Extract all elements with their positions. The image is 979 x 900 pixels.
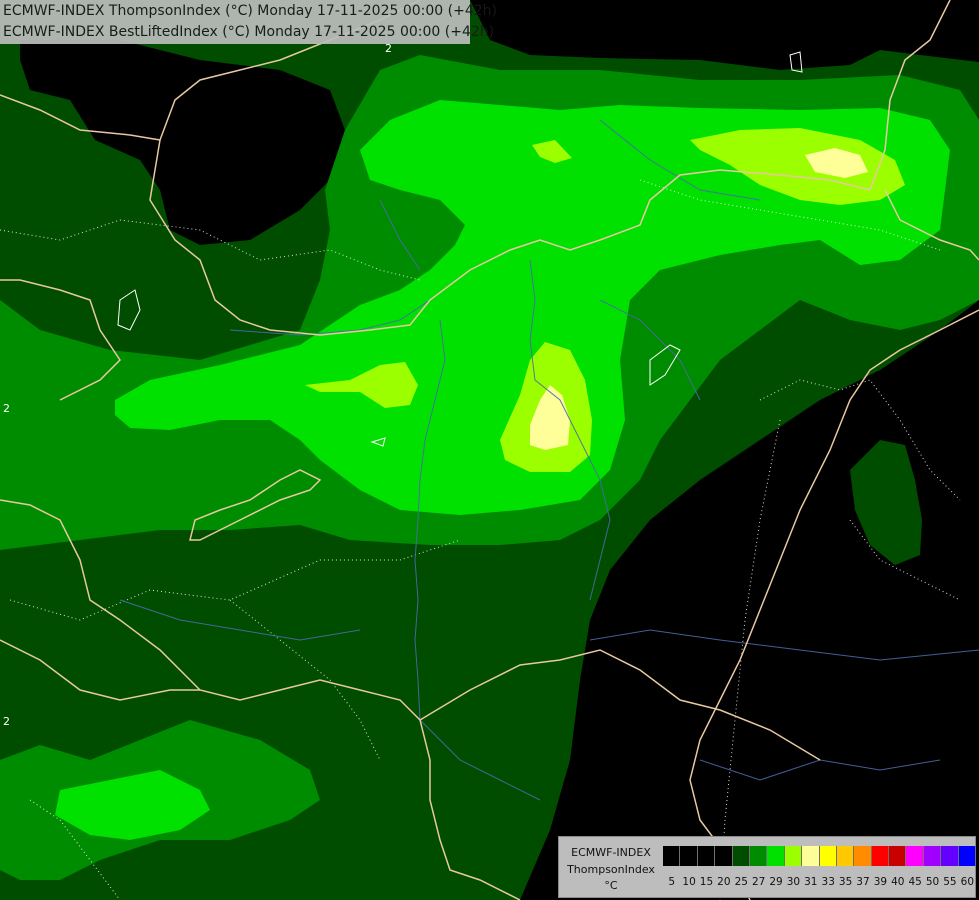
legend-tick-label: 27 bbox=[751, 876, 766, 888]
header-line-best-lifted-index: ECMWF-INDEX BestLiftedIndex (°C) Monday … bbox=[3, 24, 495, 40]
contour-label: 2 bbox=[3, 402, 10, 415]
legend-swatch bbox=[767, 846, 785, 866]
legend-swatches bbox=[663, 846, 977, 866]
legend-swatch bbox=[715, 846, 733, 866]
legend-tick-label: 5 bbox=[668, 876, 676, 888]
legend-swatch bbox=[802, 846, 820, 866]
legend-ticks: 5 10 15 20 25 27 29 30 31 33 35 37 39 40 45 50 55 60 bbox=[663, 875, 976, 889]
legend-tick-label: 39 bbox=[873, 876, 888, 888]
legend-swatch bbox=[923, 846, 942, 866]
legend-parameter-label: ThompsonIndex bbox=[567, 863, 655, 876]
color-legend: ECMWF-INDEX ThompsonIndex °C 5 10 15 20 25 27… bbox=[558, 836, 977, 898]
legend-tick-label: 29 bbox=[769, 876, 783, 888]
legend-tick-label: 35 bbox=[838, 876, 853, 888]
header-line-thompson-index: ECMWF-INDEX ThompsonIndex (°C) Monday 17… bbox=[3, 3, 497, 19]
legend-tick-label: 50 bbox=[925, 876, 940, 888]
legend-swatch bbox=[680, 846, 698, 866]
legend-tick-label: 31 bbox=[804, 876, 818, 888]
legend-swatch bbox=[749, 846, 768, 866]
legend-swatch bbox=[784, 846, 803, 866]
legend-swatch bbox=[854, 846, 872, 866]
legend-model-label: ECMWF-INDEX bbox=[571, 846, 651, 859]
legend-swatch bbox=[958, 846, 977, 866]
legend-swatch bbox=[732, 846, 750, 866]
legend-tick-label: 55 bbox=[943, 876, 957, 888]
legend-swatch bbox=[871, 846, 890, 866]
legend-swatch bbox=[836, 846, 855, 866]
legend-tick-label: 20 bbox=[717, 876, 731, 888]
legend-tick-label: 37 bbox=[856, 876, 870, 888]
map-header: ECMWF-INDEX ThompsonIndex (°C) Monday 17… bbox=[0, 0, 497, 44]
legend-swatch bbox=[697, 846, 716, 866]
legend-tick-label: 45 bbox=[908, 876, 922, 888]
legend-tick-label: 25 bbox=[734, 876, 748, 888]
legend-swatch bbox=[906, 846, 924, 866]
legend-tick-label: 30 bbox=[786, 876, 801, 888]
legend-tick-label: 33 bbox=[821, 876, 835, 888]
legend-tick-label: 10 bbox=[682, 876, 696, 888]
legend-tick-label: 60 bbox=[960, 876, 975, 888]
legend-swatch bbox=[889, 846, 907, 866]
contour-label: 2 bbox=[3, 715, 10, 728]
legend-swatch bbox=[819, 846, 837, 866]
legend-unit-label: °C bbox=[604, 879, 618, 892]
legend-tick-label: 15 bbox=[699, 876, 714, 888]
legend-tick-label: 40 bbox=[891, 876, 905, 888]
legend-swatch bbox=[941, 846, 959, 866]
weather-map: 2 2 2 bbox=[0, 0, 979, 900]
legend-swatch bbox=[663, 846, 681, 866]
